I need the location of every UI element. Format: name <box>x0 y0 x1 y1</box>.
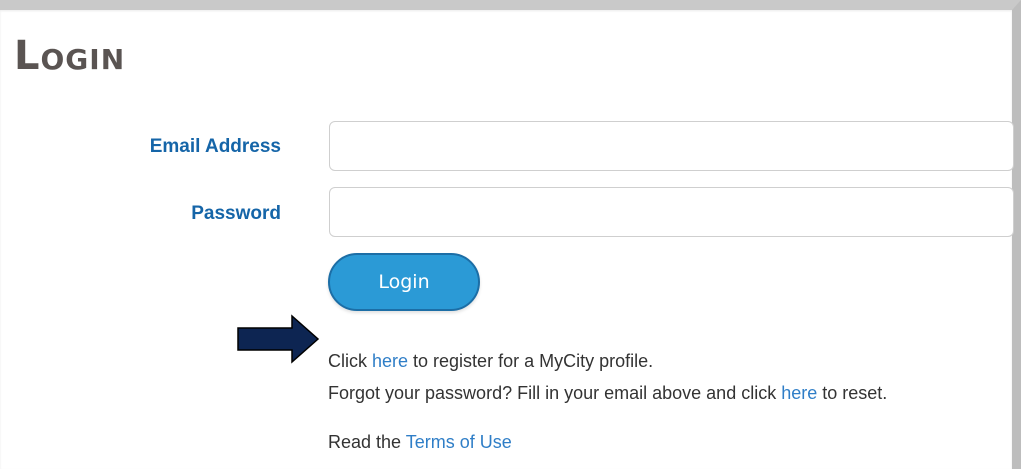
password-label: Password <box>191 203 281 224</box>
register-suffix: to register for a MyCity profile. <box>408 351 654 371</box>
password-field[interactable] <box>329 187 1014 237</box>
forgot-password-text: Forgot your password? Fill in your email… <box>328 383 887 404</box>
login-button[interactable]: Login <box>328 253 480 311</box>
register-link[interactable]: here <box>372 351 408 371</box>
email-field[interactable] <box>329 121 1014 171</box>
forgot-suffix: to reset. <box>817 383 888 403</box>
register-text: Click here to register for a MyCity prof… <box>328 351 653 372</box>
register-prefix: Click <box>328 351 372 371</box>
email-label: Email Address <box>149 136 281 157</box>
right-arrow-icon <box>237 314 320 364</box>
terms-prefix: Read the <box>328 432 406 452</box>
reset-password-link[interactable]: here <box>781 383 817 403</box>
page-title: Login <box>14 33 126 79</box>
login-panel: Login Email Address Password Login Click… <box>0 0 1021 469</box>
forgot-prefix: Forgot your password? Fill in your email… <box>328 383 782 403</box>
terms-text: Read the Terms of Use <box>328 432 512 453</box>
terms-of-use-link[interactable]: Terms of Use <box>406 432 512 452</box>
